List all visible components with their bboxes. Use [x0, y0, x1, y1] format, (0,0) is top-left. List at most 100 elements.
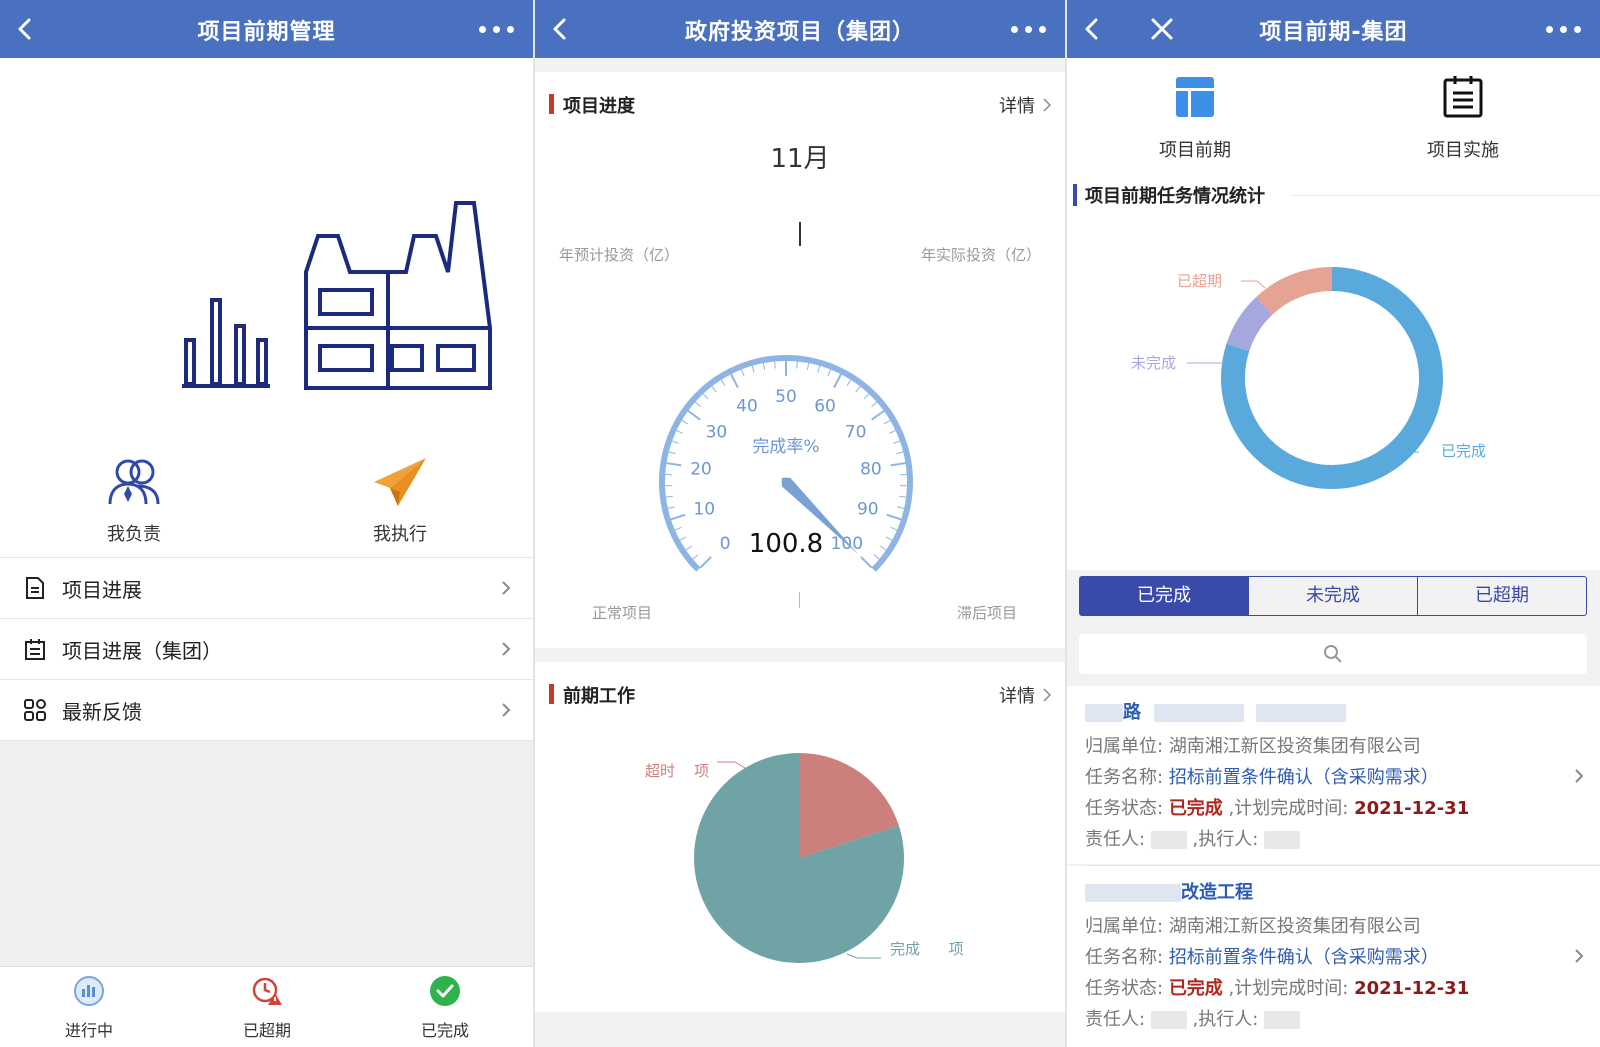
gauge-major-tick — [730, 373, 739, 389]
task-list-item[interactable]: 路 归属单位: 湖南湘江新区投资集团有限公司 任务名称: 招标前置条件确认（含采… — [1067, 686, 1600, 864]
details-link[interactable]: 详情 — [999, 92, 1035, 118]
pie-label-overdue: 超时 项 — [645, 762, 710, 780]
gauge-tick-label: 40 — [736, 396, 758, 416]
gauge-minor-tick — [694, 401, 701, 407]
gauge-minor-tick — [679, 536, 687, 541]
chevron-right-icon — [502, 703, 511, 717]
gauge-tick-label: 10 — [693, 500, 715, 520]
chevron-right-icon — [1575, 949, 1584, 963]
tab-label: 已超期 — [242, 1021, 291, 1040]
tab-completed[interactable]: 已完成 — [385, 975, 505, 1041]
status-segmented-control: 已完成 未完成 已超期 — [1079, 576, 1587, 616]
quick-action-label: 我负责 — [107, 524, 161, 545]
pie-leader-line — [717, 761, 746, 769]
gauge-minor-tick — [668, 451, 676, 455]
paper-plane-icon — [374, 458, 426, 506]
task-name: 任务名称: 招标前置条件确认（含采购需求） — [1085, 947, 1439, 968]
task-status: 任务状态: 已完成 ,计划完成时间: 2021-12-31 — [1085, 978, 1470, 999]
tab-overdue[interactable]: 已超期 — [207, 975, 327, 1041]
gauge-minor-tick — [893, 440, 901, 444]
prework-pie-chart — [694, 753, 904, 963]
gauge-minor-tick — [740, 369, 745, 377]
nav-item-label: 项目实施 — [1427, 140, 1499, 161]
pie-leader-line — [846, 953, 881, 959]
gauge-tick-label: 80 — [860, 460, 882, 480]
segment-overdue[interactable]: 已超期 — [1418, 577, 1586, 615]
menu-item-project-progress[interactable]: 项目进展 — [0, 557, 533, 618]
gauge-minor-tick — [846, 379, 852, 387]
gauge-minor-tick — [863, 393, 870, 400]
top-bar: 项目前期-集团 — [1067, 0, 1600, 58]
gauge-major-tick — [670, 513, 686, 521]
tab-in-progress[interactable]: 进行中 — [29, 975, 149, 1041]
section-marker — [549, 94, 554, 114]
gauge-minor-tick — [702, 393, 709, 400]
bottom-tab-bar: 进行中 已超期 已完成 — [0, 966, 533, 1047]
gauge-minor-tick — [796, 361, 798, 369]
divider-mark — [799, 222, 801, 246]
month-label: 11月 — [770, 144, 830, 174]
gauge-value-label: 100.8 — [749, 529, 823, 559]
more-options-icon[interactable] — [1011, 26, 1047, 34]
gauge-minor-tick — [827, 369, 832, 377]
gauge-tick-label: 90 — [857, 500, 879, 520]
gauge-minor-tick — [674, 526, 682, 531]
quick-action-my-execute[interactable]: 我执行 — [300, 456, 500, 546]
gauge-major-tick — [890, 462, 906, 467]
donut-label: 已完成 — [1441, 442, 1486, 460]
gauge-major-tick — [833, 373, 842, 389]
gauge-minor-tick — [817, 365, 821, 373]
more-options-icon[interactable] — [1546, 26, 1582, 34]
section-divider — [1291, 195, 1600, 196]
nav-item-implementation[interactable]: 项目实施 — [1403, 76, 1523, 162]
project-progress-card: 项目进度 详情 11月 年预计投资（亿） 年实际投资（亿） 0 10 20 30 40 5… — [535, 72, 1065, 648]
search-input[interactable] — [1079, 634, 1587, 674]
gauge-minor-tick — [720, 379, 726, 387]
chevron-right-icon — [502, 581, 511, 595]
quick-action-label: 我执行 — [373, 524, 427, 545]
clipboard-icon — [1443, 76, 1483, 118]
gauge-name-label: 完成率% — [752, 437, 819, 457]
menu-item-project-progress-group[interactable]: 项目进展（集团） — [0, 618, 533, 679]
chevron-right-icon — [1575, 769, 1584, 783]
grid-icon — [24, 699, 46, 721]
nav-item-prework[interactable]: 项目前期 — [1135, 76, 1255, 162]
chevron-right-icon — [1043, 688, 1051, 702]
segment-incomplete[interactable]: 未完成 — [1249, 577, 1418, 615]
gauge-major-tick — [871, 410, 885, 421]
gauge-minor-tick — [692, 554, 699, 560]
annual-actual-label: 年实际投资（亿） — [920, 246, 1041, 264]
gauge-minor-tick — [806, 363, 810, 371]
nav-item-label: 项目前期 — [1159, 140, 1231, 161]
gauge-tick-label: 70 — [845, 422, 867, 442]
top-bar: 政府投资项目（集团） — [535, 0, 1065, 58]
layout-icon — [1176, 77, 1214, 117]
factory-illustration-icon — [182, 201, 492, 390]
stats-panel: 项目前期 项目实施 项目前期任务情况统计 已完成 未完成 已超期 — [1067, 58, 1600, 570]
gauge-minor-tick — [676, 430, 684, 434]
gauge-tick-label: 30 — [706, 422, 728, 442]
donut-label: 已超期 — [1177, 272, 1222, 290]
tab-label: 已完成 — [420, 1021, 469, 1040]
gauge-minor-tick — [774, 361, 776, 369]
gauge-major-tick — [666, 462, 682, 467]
task-list-item[interactable]: 改造工程 归属单位: 湖南湘江新区投资集团有限公司 任务名称: 招标前置条件确认… — [1067, 866, 1600, 1047]
task-unit: 归属单位: 湖南湘江新区投资集团有限公司 — [1085, 916, 1421, 937]
annual-planned-label: 年预计投资（亿） — [559, 246, 680, 264]
more-options-icon[interactable] — [479, 26, 515, 34]
donut-segment — [1226, 297, 1273, 352]
segment-completed[interactable]: 已完成 — [1080, 577, 1249, 615]
menu-item-latest-feedback[interactable]: 最新反馈 — [0, 679, 533, 741]
check-circle-icon — [430, 976, 460, 1006]
normal-projects-label: 正常项目 — [592, 604, 653, 622]
gauge-major-tick — [699, 556, 712, 569]
chevron-right-icon — [1043, 98, 1051, 112]
quick-action-my-responsible[interactable]: 我负责 — [34, 456, 234, 546]
menu-item-label: 最新反馈 — [62, 700, 142, 724]
screen-government-investment: 政府投资项目（集团） 项目进度 详情 11月 年预计投资（亿） 年实际投资（亿）… — [535, 0, 1065, 1047]
gauge-minor-tick — [762, 363, 766, 371]
screen-project-prework-group: 项目前期-集团 项目前期 项目实施 项目前期任务情况统计 已完成 未完成 已超期 已… — [1067, 0, 1600, 1047]
task-people: 责任人: ,执行人: — [1085, 1005, 1301, 1031]
details-link[interactable]: 详情 — [999, 682, 1035, 708]
gauge-minor-tick — [751, 365, 755, 373]
